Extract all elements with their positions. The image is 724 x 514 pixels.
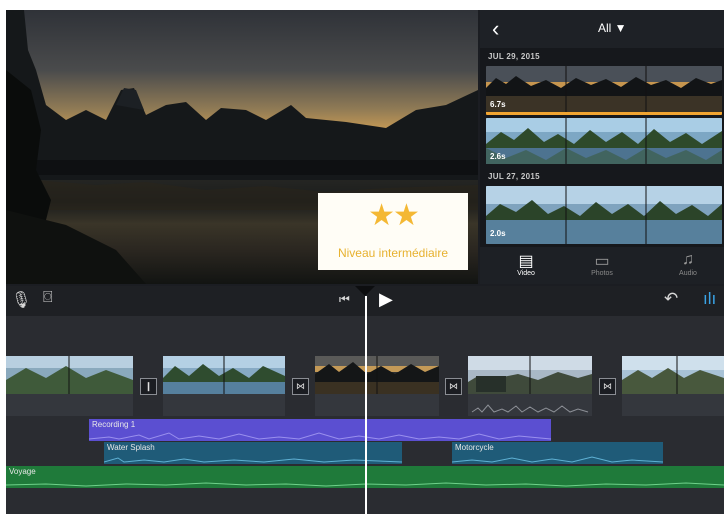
- tab-photos[interactable]: ▭ Photos: [572, 251, 632, 277]
- playhead-marker: [355, 286, 375, 296]
- media-clip[interactable]: 6.7s: [486, 66, 722, 115]
- level-badge: ★★ Niveau intermédiaire: [318, 193, 468, 270]
- skip-to-start-icon[interactable]: ⏮︎: [339, 292, 350, 307]
- timeline-clip[interactable]: [6, 356, 133, 416]
- clip-duration: 2.6s: [490, 152, 506, 161]
- microphone-icon[interactable]: 🎙︎: [11, 290, 31, 310]
- audio-track-label: Recording 1: [92, 420, 136, 429]
- media-clip[interactable]: 2.6s: [486, 118, 722, 164]
- media-browser: ‹ All ▼ JUL 29, 2015 6.7s 2.6s JUL 27, 2…: [480, 10, 724, 284]
- timeline-clip[interactable]: [622, 356, 724, 416]
- music-note-icon: ♫: [682, 251, 694, 268]
- browser-header: ‹ All ▼: [480, 10, 724, 48]
- playhead-line[interactable]: [365, 296, 367, 514]
- camera-icon[interactable]: ⌼: [43, 289, 53, 307]
- tab-video[interactable]: ▤ Video: [496, 251, 556, 277]
- tab-audio[interactable]: ♫ Audio: [658, 251, 718, 277]
- transition-icon[interactable]: ⋈: [292, 378, 309, 395]
- audio-track-recording[interactable]: Recording 1: [89, 419, 551, 441]
- audio-track-motorcycle[interactable]: Motorcycle: [452, 442, 663, 464]
- clip-duration: 6.7s: [490, 100, 506, 109]
- stars-icon: ★★: [368, 199, 420, 232]
- play-button[interactable]: ▶: [379, 289, 393, 310]
- audio-track-label: Motorcycle: [455, 443, 494, 452]
- level-label: Niveau intermédiaire: [337, 246, 449, 260]
- audio-track-label: Water Splash: [107, 443, 155, 452]
- audio-track-label: Voyage: [9, 467, 36, 476]
- timeline-clip[interactable]: [315, 356, 439, 416]
- film-icon: ▤: [518, 253, 534, 270]
- back-chevron-icon[interactable]: ‹: [492, 16, 499, 42]
- imovie-editor: ‹ All ▼ JUL 29, 2015 6.7s 2.6s JUL 27, 2…: [6, 10, 724, 514]
- timeline-clip[interactable]: [468, 356, 592, 416]
- undo-icon[interactable]: ↶: [664, 289, 678, 309]
- media-tab-bar: ▤ Video ▭ Photos ♫ Audio: [480, 247, 724, 284]
- transition-icon[interactable]: ⋈: [445, 378, 462, 395]
- audio-track-water-splash[interactable]: Water Splash: [104, 442, 402, 464]
- clip-duration: 2.0s: [490, 229, 506, 238]
- transition-icon[interactable]: ⋈: [599, 378, 616, 395]
- section-date: JUL 27, 2015: [488, 172, 540, 181]
- timeline-clip[interactable]: [163, 356, 285, 416]
- media-clip[interactable]: 2.0s: [486, 186, 722, 244]
- section-date: JUL 29, 2015: [488, 52, 540, 61]
- transition-icon[interactable]: ❙: [140, 378, 157, 395]
- photos-icon: ▭: [594, 253, 610, 270]
- audio-waveform-icon[interactable]: ılı: [703, 289, 716, 309]
- filter-dropdown[interactable]: All ▼: [598, 21, 627, 35]
